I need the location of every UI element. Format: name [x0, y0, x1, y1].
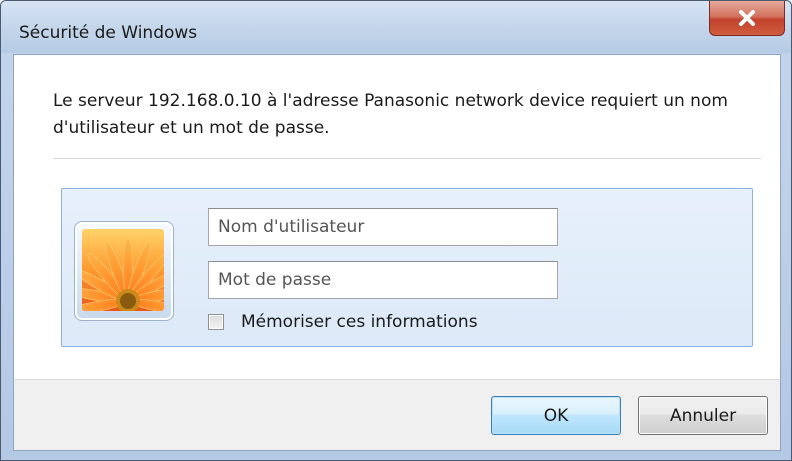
flower-user-picture-icon	[82, 229, 164, 311]
close-icon	[739, 10, 755, 26]
cancel-button[interactable]: Annuler	[638, 396, 768, 435]
security-dialog: Sécurité de Windows Le serveur 192.168.0…	[0, 0, 792, 461]
user-avatar	[74, 221, 174, 321]
password-input[interactable]	[208, 261, 558, 299]
remember-label: Mémoriser ces informations	[241, 312, 478, 332]
username-input[interactable]	[208, 208, 558, 246]
dialog-content: Le serveur 192.168.0.10 à l'adresse Pana…	[13, 54, 781, 380]
button-bar: OK Annuler	[13, 379, 781, 451]
close-button[interactable]	[709, 1, 785, 36]
title-bar[interactable]: Sécurité de Windows	[1, 1, 791, 53]
divider	[53, 158, 761, 159]
auth-message: Le serveur 192.168.0.10 à l'adresse Pana…	[53, 91, 728, 138]
credential-panel: Mémoriser ces informations	[61, 188, 753, 347]
remember-checkbox[interactable]	[208, 314, 224, 330]
ok-button[interactable]: OK	[491, 396, 621, 435]
window-title: Sécurité de Windows	[19, 23, 198, 43]
remember-credentials[interactable]: Mémoriser ces informations	[208, 310, 478, 334]
